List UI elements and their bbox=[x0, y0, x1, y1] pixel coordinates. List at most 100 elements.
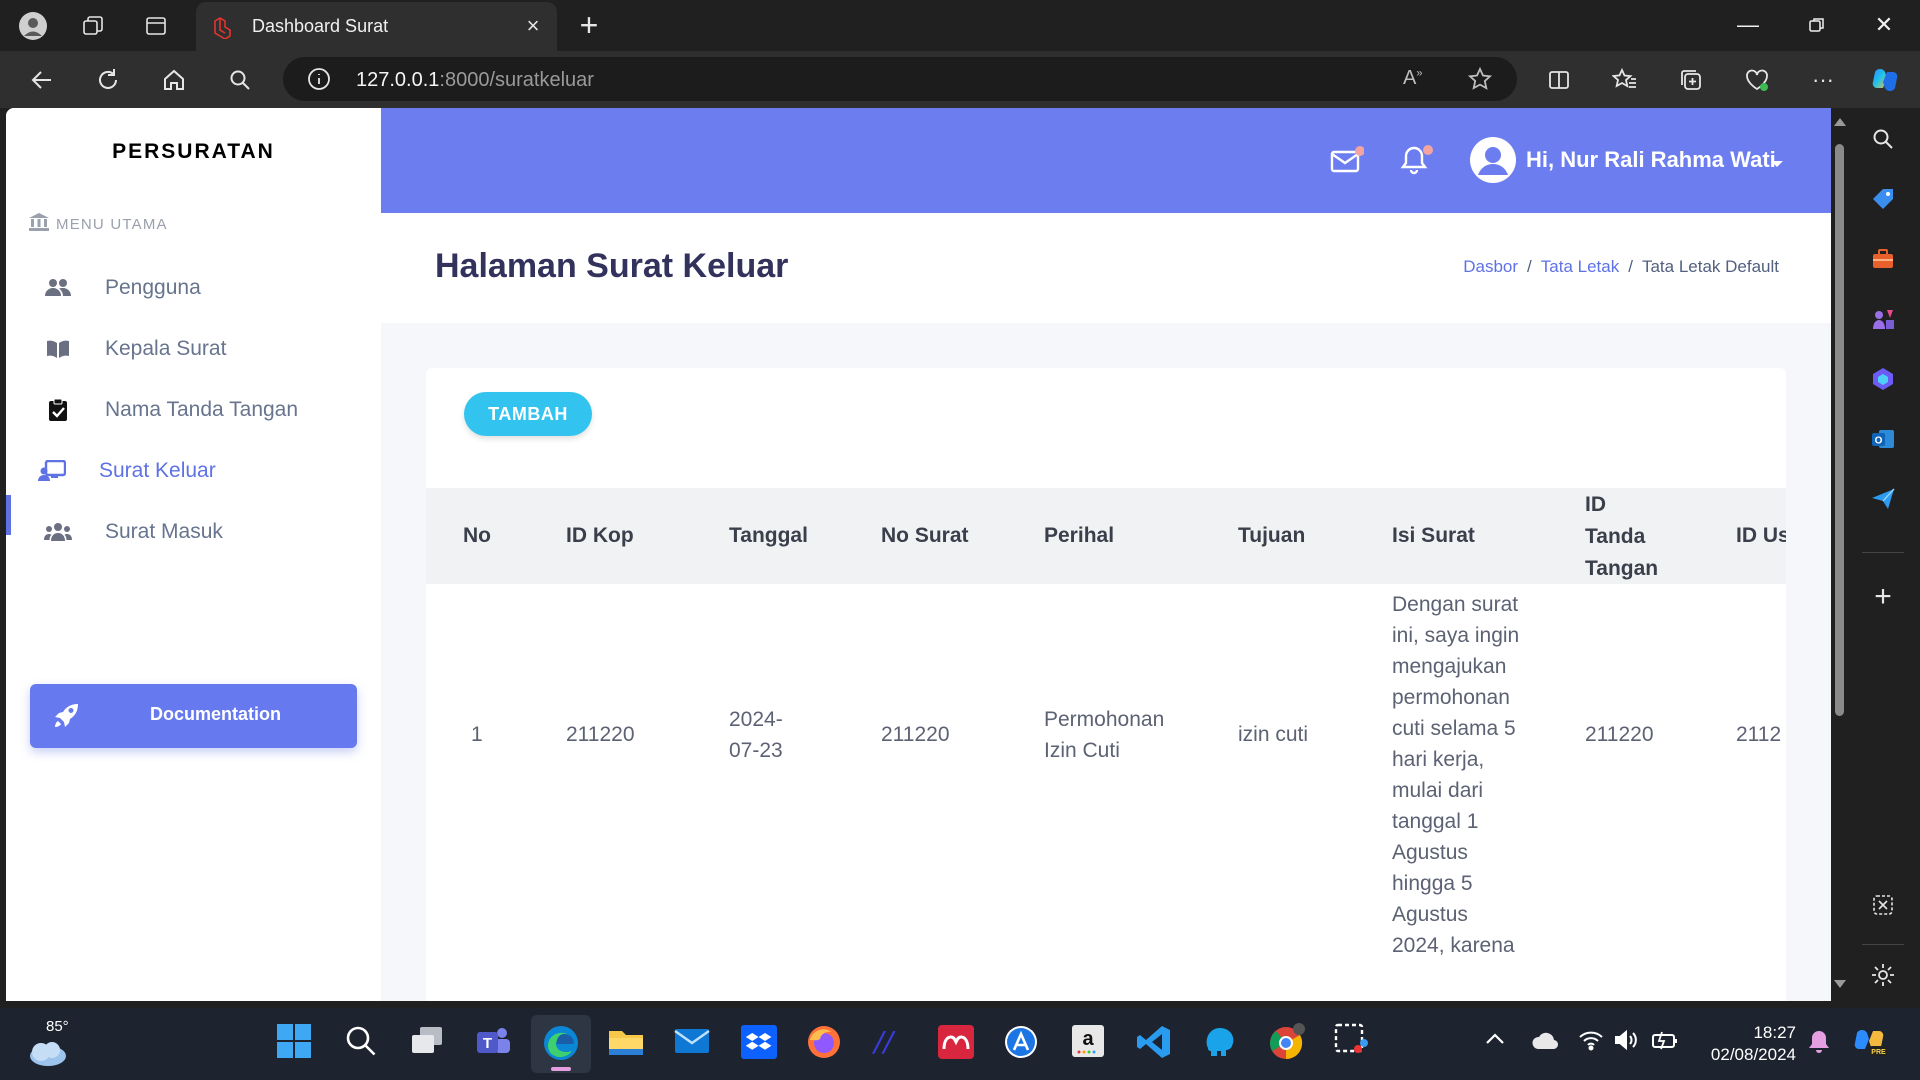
close-window-icon[interactable]: ✕ bbox=[1864, 10, 1904, 40]
sidebar-item-surat-masuk[interactable]: Surat Masuk bbox=[6, 505, 381, 559]
top-navbar: Hi, Nur Rali Rahma Wati bbox=[381, 108, 1831, 213]
sidebar-item-label: Nama Tanda Tangan bbox=[105, 398, 299, 421]
cell-no-surat: 211220 bbox=[881, 723, 950, 746]
profile-avatar-icon[interactable] bbox=[18, 11, 48, 41]
shopping-tag-icon[interactable] bbox=[1866, 182, 1900, 216]
avatar[interactable] bbox=[1470, 137, 1516, 188]
taskbar-search-icon[interactable] bbox=[345, 1025, 377, 1062]
sidebar-item-kepala-surat[interactable]: Kepala Surat bbox=[6, 322, 381, 376]
split-screen-icon[interactable] bbox=[1542, 63, 1576, 97]
collections-icon[interactable] bbox=[1674, 63, 1708, 97]
site-info-icon[interactable] bbox=[307, 67, 331, 96]
clock[interactable]: 18:27 02/08/2024 bbox=[1700, 1022, 1796, 1066]
column-header-no: No bbox=[463, 524, 491, 547]
browser-toolbar: 127.0.0.1:8000/suratkeluar A» ··· bbox=[0, 51, 1920, 108]
rail-divider bbox=[1862, 552, 1904, 553]
search-icon[interactable] bbox=[223, 63, 257, 97]
sidebar-item-pengguna[interactable]: Pengguna bbox=[6, 261, 381, 315]
svg-text:a: a bbox=[1082, 1028, 1094, 1050]
sidebar-item-label: Kepala Surat bbox=[105, 337, 227, 360]
tab-title: Dashboard Surat bbox=[252, 16, 389, 36]
cell-perihal: Permohonan Izin Cuti bbox=[1044, 708, 1165, 762]
volume-icon[interactable] bbox=[1614, 1029, 1640, 1056]
column-header-perihal: Perihal bbox=[1044, 524, 1115, 547]
scrollbar-thumb[interactable] bbox=[1835, 144, 1844, 716]
tab-close-icon[interactable]: × bbox=[521, 14, 545, 38]
copilot-app-icon[interactable] bbox=[1866, 362, 1900, 396]
mendeley-icon[interactable] bbox=[938, 1025, 974, 1064]
restore-icon[interactable] bbox=[1797, 10, 1837, 40]
chevron-up-icon[interactable] bbox=[1485, 1032, 1505, 1051]
teams-icon[interactable]: T bbox=[475, 1025, 511, 1064]
onedrive-icon[interactable] bbox=[1531, 1032, 1559, 1055]
read-aloud-icon[interactable]: A» bbox=[1403, 67, 1422, 90]
mail-icon[interactable] bbox=[1330, 146, 1365, 181]
screenshot-icon[interactable] bbox=[1866, 888, 1900, 922]
favorites-icon[interactable] bbox=[1608, 63, 1642, 97]
brand-title: PERSURATAN bbox=[112, 140, 275, 163]
tambah-button[interactable]: TAMBAH bbox=[464, 392, 592, 436]
settings-gear-icon[interactable] bbox=[1866, 958, 1900, 992]
send-icon[interactable] bbox=[1866, 482, 1900, 516]
cloudy-weather-icon bbox=[24, 1038, 68, 1073]
column-header-id-kop: ID Kop bbox=[566, 524, 634, 547]
task-view-icon[interactable] bbox=[410, 1026, 444, 1061]
vscode-icon[interactable] bbox=[1136, 1024, 1172, 1065]
cell-no: 1 bbox=[471, 723, 483, 746]
user-greeting[interactable]: Hi, Nur Rali Rahma Wati bbox=[1526, 147, 1776, 173]
page-scrollbar[interactable] bbox=[1831, 108, 1848, 1001]
copilot-pre-icon[interactable]: PRE bbox=[1852, 1025, 1888, 1064]
documentation-label: Documentation bbox=[150, 704, 282, 724]
more-options-icon[interactable]: ··· bbox=[1806, 63, 1840, 97]
wifi-icon[interactable] bbox=[1578, 1029, 1604, 1056]
back-icon[interactable] bbox=[25, 63, 59, 97]
minimize-icon[interactable]: — bbox=[1728, 10, 1768, 40]
favorite-star-icon[interactable] bbox=[1467, 66, 1493, 97]
outlook-icon[interactable]: O bbox=[1866, 422, 1900, 456]
breadcrumb-tata-letak[interactable]: Tata Letak bbox=[1541, 257, 1619, 276]
user-group-icon bbox=[44, 518, 72, 546]
breadcrumb-dasbor[interactable]: Dasbor bbox=[1463, 257, 1518, 276]
scroll-up-icon[interactable] bbox=[1834, 118, 1846, 126]
file-explorer-icon[interactable] bbox=[607, 1025, 645, 1064]
workspaces-icon[interactable] bbox=[78, 11, 108, 41]
scroll-down-icon[interactable] bbox=[1834, 980, 1846, 988]
games-icon[interactable] bbox=[1866, 302, 1900, 336]
refresh-icon[interactable] bbox=[91, 63, 125, 97]
snipping-tool-icon[interactable] bbox=[1334, 1023, 1370, 1064]
app-sidebar: PERSURATAN MENU UTAMA Pengguna Kepala Su… bbox=[6, 108, 381, 1001]
elephant-app-icon[interactable] bbox=[1202, 1024, 1238, 1065]
battery-icon[interactable] bbox=[1651, 1030, 1679, 1055]
dropbox-icon[interactable] bbox=[741, 1025, 777, 1064]
chevron-down-icon[interactable] bbox=[1770, 156, 1784, 174]
chrome-icon[interactable] bbox=[1266, 1021, 1306, 1066]
documentation-button[interactable]: Documentation bbox=[30, 684, 357, 748]
clock-date: 02/08/2024 bbox=[1710, 1045, 1796, 1064]
tools-briefcase-icon[interactable] bbox=[1866, 242, 1900, 276]
url-host: 127.0.0.1 bbox=[356, 69, 440, 91]
sidebar-search-icon[interactable] bbox=[1866, 122, 1900, 156]
app-store-icon[interactable] bbox=[1003, 1024, 1039, 1065]
bell-icon[interactable] bbox=[1400, 144, 1434, 181]
copilot-icon[interactable] bbox=[1868, 63, 1902, 97]
start-windows-icon[interactable] bbox=[276, 1023, 312, 1064]
mail-app-icon[interactable] bbox=[673, 1025, 711, 1062]
notification-bell-icon[interactable] bbox=[1807, 1029, 1831, 1060]
amazon-icon[interactable]: a bbox=[1070, 1023, 1106, 1064]
sidebar-item-surat-keluar[interactable]: Surat Keluar bbox=[6, 444, 381, 498]
address-bar[interactable]: 127.0.0.1:8000/suratkeluar A» bbox=[283, 57, 1517, 101]
tab-actions-icon[interactable] bbox=[141, 11, 171, 41]
add-sidebar-app-icon[interactable]: + bbox=[1866, 580, 1900, 614]
cell-isi-surat: Dengan surat ini, saya ingin mengajukan … bbox=[1392, 593, 1520, 957]
edge-taskbar-button[interactable] bbox=[531, 1015, 591, 1073]
sidebar-item-nama-tanda-tangan[interactable]: Nama Tanda Tangan bbox=[6, 383, 381, 437]
browser-essentials-icon[interactable] bbox=[1740, 63, 1774, 97]
bank-icon bbox=[28, 212, 50, 236]
sidebar-item-label: Surat Masuk bbox=[105, 520, 223, 543]
new-tab-icon[interactable]: + bbox=[572, 9, 606, 43]
surat-keluar-card: TAMBAH No ID Kop Tanggal No Surat Periha… bbox=[426, 368, 1786, 1001]
home-icon[interactable] bbox=[157, 63, 191, 97]
firefox-icon[interactable] bbox=[806, 1024, 842, 1065]
tab-dashboard-surat[interactable]: Dashboard Surat × bbox=[196, 2, 557, 51]
slash-app-icon[interactable]: // bbox=[874, 1024, 893, 1062]
